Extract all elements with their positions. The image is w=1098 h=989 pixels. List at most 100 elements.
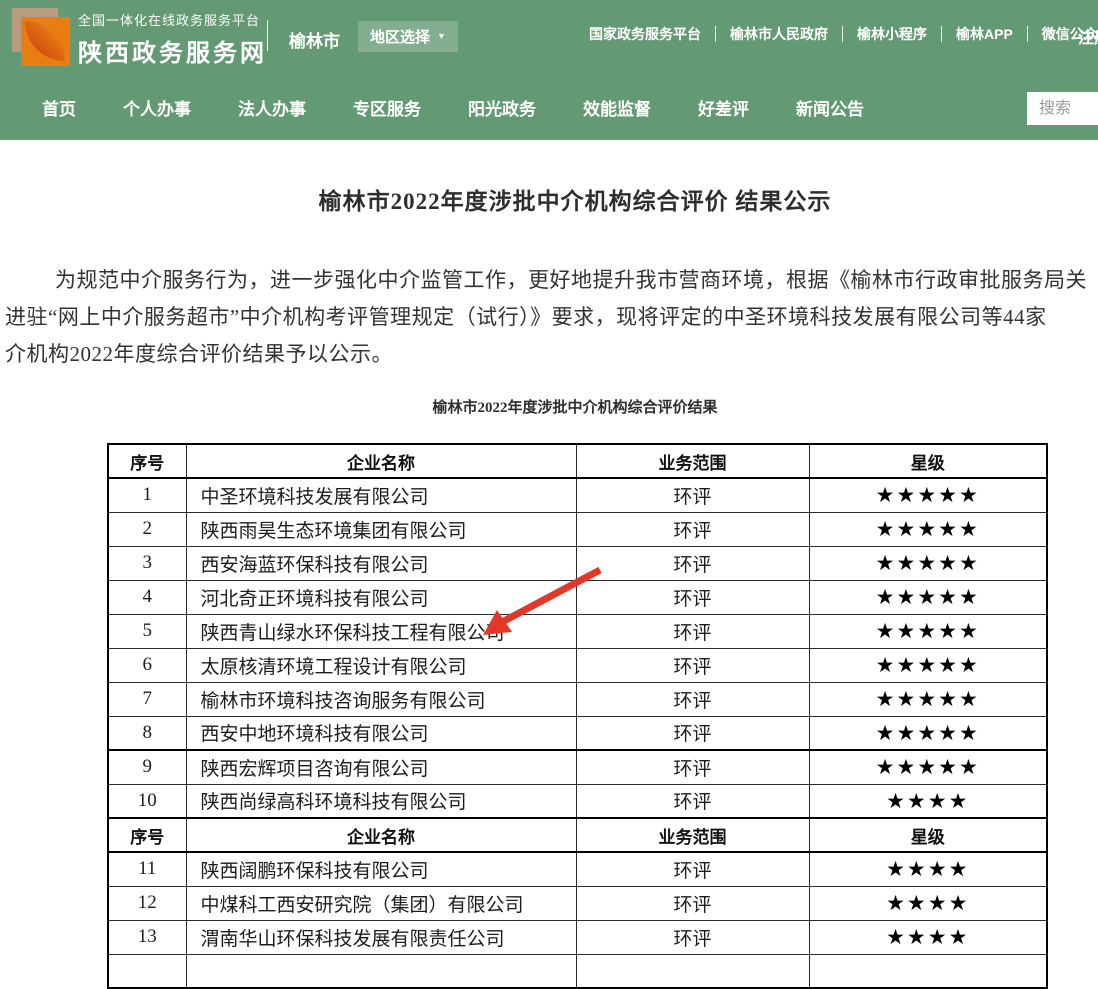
region-selector-label: 地区选择 xyxy=(370,26,430,47)
table-row: 3西安海蓝环保科技有限公司环评★★★★★ xyxy=(108,546,1047,580)
table-row: 7榆林市环境科技咨询服务有限公司环评★★★★★ xyxy=(108,682,1047,716)
star-rating: ★★★★★ xyxy=(809,648,1047,682)
column-header: 星级 xyxy=(809,818,1047,852)
business-scope: 环评 xyxy=(576,784,809,818)
table-row: 8西安中地环境科技有限公司环评★★★★★ xyxy=(108,716,1047,750)
header-link[interactable]: 榆林APP xyxy=(941,26,1027,42)
company-name: 渭南华山环保科技发展有限责任公司 xyxy=(186,920,576,954)
business-scope: 环评 xyxy=(576,886,809,920)
current-city-label: 榆林市 xyxy=(289,27,340,52)
company-name: 陕西阔鹏环保科技有限公司 xyxy=(186,852,576,886)
nav-item[interactable]: 新闻公告 xyxy=(796,95,864,120)
evaluation-results-table: 序号企业名称业务范围星级1中圣环境科技发展有限公司环评★★★★★2陕西雨昊生态环… xyxy=(107,443,1048,989)
paragraph-line: 介机构2022年度综合评价结果予以公示。 xyxy=(5,336,1098,373)
company-name: 陕西尚绿高科环境科技有限公司 xyxy=(186,784,576,818)
table-row: 12中煤科工西安研究院（集团）有限公司环评★★★★ xyxy=(108,886,1047,920)
column-header: 企业名称 xyxy=(186,818,576,852)
search-input[interactable]: 搜索 xyxy=(1027,92,1098,125)
company-name: 西安海蓝环保科技有限公司 xyxy=(186,546,576,580)
site-logo[interactable] xyxy=(12,8,72,66)
row-number: 2 xyxy=(108,512,186,546)
empty-cell xyxy=(809,954,1047,988)
business-scope: 环评 xyxy=(576,478,809,512)
star-rating: ★★★★ xyxy=(809,886,1047,920)
table-row: 1中圣环境科技发展有限公司环评★★★★★ xyxy=(108,478,1047,512)
nav-item[interactable]: 好差评 xyxy=(698,95,749,120)
header-top-bar: 全国一体化在线政务服务平台 陕西政务服务网 榆林市 地区选择 ▼ 国家政务服务平… xyxy=(0,0,1098,75)
column-header: 业务范围 xyxy=(576,818,809,852)
company-name: 中圣环境科技发展有限公司 xyxy=(186,478,576,512)
row-number: 3 xyxy=(108,546,186,580)
star-rating: ★★★★★ xyxy=(809,546,1047,580)
star-rating: ★★★★★ xyxy=(809,750,1047,784)
header-link[interactable]: 榆林小程序 xyxy=(842,26,941,42)
nav-item[interactable]: 阳光政务 xyxy=(468,95,536,120)
star-rating: ★★★★★ xyxy=(809,580,1047,614)
star-rating: ★★★★ xyxy=(809,852,1047,886)
nav-item[interactable]: 法人办事 xyxy=(238,95,306,120)
brand-block: 全国一体化在线政务服务平台 陕西政务服务网 xyxy=(78,10,267,68)
table-row: 6太原核清环境工程设计有限公司环评★★★★★ xyxy=(108,648,1047,682)
header-link[interactable]: 国家政务服务平台 xyxy=(575,26,715,42)
row-number: 1 xyxy=(108,478,186,512)
star-rating: ★★★★★ xyxy=(809,512,1047,546)
table-row: 9陕西宏辉项目咨询有限公司环评★★★★★ xyxy=(108,750,1047,784)
row-number: 12 xyxy=(108,886,186,920)
site-name: 陕西政务服务网 xyxy=(78,33,267,68)
business-scope: 环评 xyxy=(576,682,809,716)
column-header: 业务范围 xyxy=(576,444,809,478)
star-rating: ★★★★★ xyxy=(809,614,1047,648)
row-number: 9 xyxy=(108,750,186,784)
nav-item[interactable]: 个人办事 xyxy=(123,95,191,120)
table-header-row: 序号企业名称业务范围星级 xyxy=(108,444,1047,478)
main-nav: 首页 个人办事 法人办事 专区服务 阳光政务 效能监督 好差评 新闻公告 搜索 xyxy=(0,75,1098,140)
page-title: 榆林市2022年度涉批中介机构综合评价 结果公示 xyxy=(0,182,1098,216)
business-scope: 环评 xyxy=(576,750,809,784)
empty-cell xyxy=(186,954,576,988)
header-link[interactable]: 榆林市人民政府 xyxy=(715,26,842,42)
region-selector-button[interactable]: 地区选择 ▼ xyxy=(358,21,458,52)
table-header-row: 序号企业名称业务范围星级 xyxy=(108,818,1047,852)
paragraph-line: 为规范中介服务行为，进一步强化中介监管工作，更好地提升我市营商环境，根据《榆林市… xyxy=(5,262,1098,299)
table-row: 4河北奇正环境科技有限公司环评★★★★★ xyxy=(108,580,1047,614)
nav-item[interactable]: 首页 xyxy=(42,95,76,120)
header-links: 国家政务服务平台榆林市人民政府榆林小程序榆林APP微信公众号 xyxy=(575,26,1098,42)
register-link[interactable]: 注册 xyxy=(1078,24,1098,48)
star-rating: ★★★★ xyxy=(809,920,1047,954)
business-scope: 环评 xyxy=(576,648,809,682)
row-number: 6 xyxy=(108,648,186,682)
table-row: 5陕西青山绿水环保科技工程有限公司环评★★★★★ xyxy=(108,614,1047,648)
company-name: 陕西青山绿水环保科技工程有限公司 xyxy=(186,614,576,648)
row-number: 13 xyxy=(108,920,186,954)
business-scope: 环评 xyxy=(576,546,809,580)
header-divider xyxy=(267,20,268,51)
announcement-paragraph: 为规范中介服务行为，进一步强化中介监管工作，更好地提升我市营商环境，根据《榆林市… xyxy=(0,262,1098,373)
business-scope: 环评 xyxy=(576,614,809,648)
nav-items: 首页 个人办事 法人办事 专区服务 阳光政务 效能监督 好差评 新闻公告 xyxy=(0,75,1098,140)
company-name: 陕西宏辉项目咨询有限公司 xyxy=(186,750,576,784)
nav-item[interactable]: 专区服务 xyxy=(353,95,421,120)
row-number: 7 xyxy=(108,682,186,716)
document-inner: 榆林市2022年度涉批中介机构综合评价 结果公示 为规范中介服务行为，进一步强化… xyxy=(0,182,1098,989)
row-number: 11 xyxy=(108,852,186,886)
row-number: 8 xyxy=(108,716,186,750)
table-row: 11陕西阔鹏环保科技有限公司环评★★★★ xyxy=(108,852,1047,886)
row-number: 5 xyxy=(108,614,186,648)
empty-cell xyxy=(108,954,186,988)
company-name: 河北奇正环境科技有限公司 xyxy=(186,580,576,614)
star-rating: ★★★★★ xyxy=(809,682,1047,716)
star-rating: ★★★★ xyxy=(809,784,1047,818)
company-name: 中煤科工西安研究院（集团）有限公司 xyxy=(186,886,576,920)
company-name: 榆林市环境科技咨询服务有限公司 xyxy=(186,682,576,716)
business-scope: 环评 xyxy=(576,920,809,954)
table-row: 13渭南华山环保科技发展有限责任公司环评★★★★ xyxy=(108,920,1047,954)
row-number: 10 xyxy=(108,784,186,818)
star-rating: ★★★★★ xyxy=(809,478,1047,512)
site-header: 全国一体化在线政务服务平台 陕西政务服务网 榆林市 地区选择 ▼ 国家政务服务平… xyxy=(0,0,1098,140)
nav-item[interactable]: 效能监督 xyxy=(583,95,651,120)
column-header: 企业名称 xyxy=(186,444,576,478)
business-scope: 环评 xyxy=(576,580,809,614)
star-rating: ★★★★★ xyxy=(809,716,1047,750)
search-placeholder: 搜索 xyxy=(1027,92,1098,125)
column-header: 星级 xyxy=(809,444,1047,478)
